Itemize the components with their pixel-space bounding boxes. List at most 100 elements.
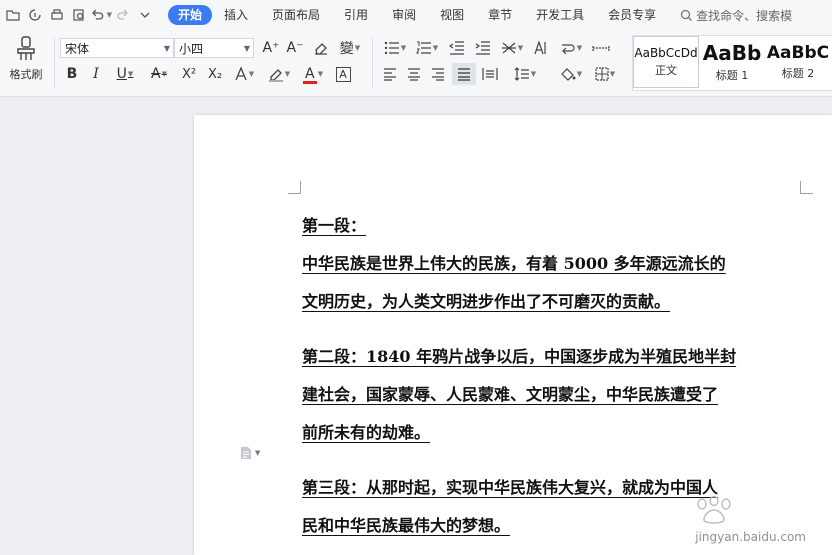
text-effect-button[interactable]: ▼	[230, 64, 258, 84]
tab-review[interactable]: 审阅	[380, 5, 428, 25]
strikethrough-icon: A	[151, 66, 161, 82]
distributed-align-button[interactable]	[480, 64, 500, 84]
eraser-icon	[315, 43, 327, 55]
font-name-select[interactable]: 宋体 ▼	[60, 38, 174, 58]
distributed-align-icon	[482, 68, 498, 80]
subscript-button[interactable]: X₂	[204, 64, 226, 84]
grow-font-button[interactable]: A⁺	[260, 38, 282, 58]
text-line: 中华民族是世界上伟大的民族，有着 5000 多年源远流长的	[302, 254, 726, 273]
clear-format-button[interactable]	[310, 38, 332, 58]
numbered-list-icon	[415, 41, 431, 54]
chevron-down-icon: ▼	[243, 44, 250, 53]
shading-button[interactable]: ▼	[556, 64, 586, 84]
underline-button[interactable]: U ▼	[110, 64, 140, 84]
style-preview: AaBbCcDd	[634, 46, 698, 60]
open-icon[interactable]	[2, 4, 24, 26]
show-marks-icon	[592, 45, 610, 51]
paint-bucket-icon	[560, 68, 576, 81]
tab-home[interactable]: 开始	[168, 5, 213, 25]
character-border-button[interactable]: A	[332, 64, 354, 84]
divider	[372, 38, 373, 88]
tab-insert[interactable]: 插入	[212, 5, 260, 25]
numbered-list-button[interactable]: ▼	[412, 38, 442, 58]
font-size-value: 小四	[179, 42, 204, 56]
tab-chapter[interactable]: 章节	[476, 5, 524, 25]
line-break-icon	[561, 44, 575, 55]
text-line: 第三段：从那时起，实现中华民族伟大复兴，就成为中国人	[302, 478, 719, 497]
align-left-button[interactable]	[380, 64, 400, 84]
font-color-glyph: A	[305, 66, 315, 82]
justify-icon	[458, 68, 470, 81]
document-canvas[interactable]: 第一段： 中华民族是世界上伟大的民族，有着 5000 多年源远流长的 文明历史，…	[0, 97, 832, 555]
ribbon-tabs: 开始 插入 页面布局 引用 审阅 视图 章节 开发工具 会员专享	[168, 5, 668, 25]
increase-indent-button[interactable]	[472, 38, 494, 58]
decrease-indent-button[interactable]	[446, 38, 468, 58]
show-marks-button[interactable]	[590, 38, 612, 58]
line-break-button[interactable]: ▼	[556, 38, 586, 58]
quick-access-toolbar: ▼	[0, 4, 156, 26]
italic-icon: I	[93, 66, 99, 82]
chevron-down-icon: ▼	[255, 449, 261, 457]
line-spacing-button[interactable]: ▼	[510, 64, 540, 84]
font-color-button[interactable]: A ▼	[298, 64, 328, 84]
underline-icon: U	[116, 66, 127, 82]
sort-button[interactable]	[530, 38, 552, 58]
tab-view[interactable]: 视图	[428, 5, 476, 25]
style-preview: AaBb	[702, 41, 762, 65]
sort-icon	[534, 41, 546, 55]
style-normal[interactable]: AaBbCcDd 正文	[633, 36, 699, 88]
save-icon[interactable]	[24, 4, 46, 26]
text-line: 前所未有的劫难。	[302, 423, 431, 442]
text-line: 民和中华民族最伟大的梦想。	[302, 516, 511, 535]
align-right-button[interactable]	[428, 64, 448, 84]
bold-button[interactable]: B	[62, 64, 82, 84]
undo-icon[interactable]: ▼	[90, 4, 112, 26]
text-line: 第一段：	[302, 216, 367, 235]
font-name-value: 宋体	[65, 42, 90, 56]
document-page[interactable]: 第一段： 中华民族是世界上伟大的民族，有着 5000 多年源远流长的 文明历史，…	[194, 115, 832, 555]
watermark-text: jingyan.baidu.com	[695, 530, 806, 544]
chevron-down-icon: ▼	[163, 44, 170, 53]
bullet-list-button[interactable]: ▼	[380, 38, 410, 58]
redo-icon[interactable]	[112, 4, 134, 26]
borders-button[interactable]: ▼	[590, 64, 620, 84]
format-painter-button[interactable]: 格式刷	[4, 36, 48, 92]
paragraph-handle[interactable]: ▼	[240, 446, 260, 460]
ribbon: 格式刷 宋体 ▼ 小四 ▼ A⁺ A⁻ 變 ▼ B I U ▼ A ▼ X² X₂ ▼…	[0, 30, 832, 97]
menu-bar: ▼ 开始 插入 页面布局 引用 审阅 视图 章节 开发工具 会员专享 查找命令、…	[0, 0, 832, 30]
tab-page-layout[interactable]: 页面布局	[260, 5, 332, 25]
bold-icon: B	[66, 66, 78, 82]
style-preview: AaBbC	[766, 43, 830, 63]
align-center-button[interactable]	[404, 64, 424, 84]
bullet-list-icon	[384, 41, 399, 55]
chinese-layout-button[interactable]: ▼	[498, 38, 526, 58]
tab-member[interactable]: 会员专享	[596, 5, 668, 25]
shrink-font-button[interactable]: A⁻	[284, 38, 306, 58]
print-icon[interactable]	[46, 4, 68, 26]
brush-icon	[17, 36, 35, 60]
preview-icon[interactable]	[68, 4, 90, 26]
document-body[interactable]: 第一段： 中华民族是世界上伟大的民族，有着 5000 多年源远流长的 文明历史，…	[302, 207, 802, 545]
style-name: 正文	[655, 64, 677, 77]
phonetic-guide-button[interactable]: 變 ▼	[334, 38, 366, 58]
tab-developer[interactable]: 开发工具	[524, 5, 596, 25]
strikethrough-button[interactable]: A ▼	[144, 64, 174, 84]
text-line: 第二段：1840 年鸦片战争以后，中国逐步成为半殖民地半封	[302, 347, 737, 366]
font-size-select[interactable]: 小四 ▼	[174, 38, 254, 58]
more-icon[interactable]	[134, 4, 156, 26]
superscript-button[interactable]: X²	[178, 64, 200, 84]
search-icon	[680, 9, 693, 21]
character-border-icon: A	[335, 66, 351, 82]
command-search[interactable]: 查找命令、搜索模	[680, 7, 792, 24]
tab-references[interactable]: 引用	[332, 5, 380, 25]
search-label: 查找命令、搜索模	[696, 8, 793, 23]
highlight-button[interactable]: ▼	[264, 64, 294, 84]
style-heading-1[interactable]: AaBb 标题 1	[699, 36, 765, 88]
justify-button[interactable]	[452, 63, 476, 85]
style-name: 标题 2	[781, 67, 815, 80]
align-right-icon	[432, 68, 444, 81]
italic-button[interactable]: I	[86, 64, 106, 84]
chinese-layout-icon	[501, 42, 516, 54]
style-heading-2[interactable]: AaBbC 标题 2	[765, 36, 831, 88]
shrink-font-icon: A⁻	[286, 40, 304, 56]
